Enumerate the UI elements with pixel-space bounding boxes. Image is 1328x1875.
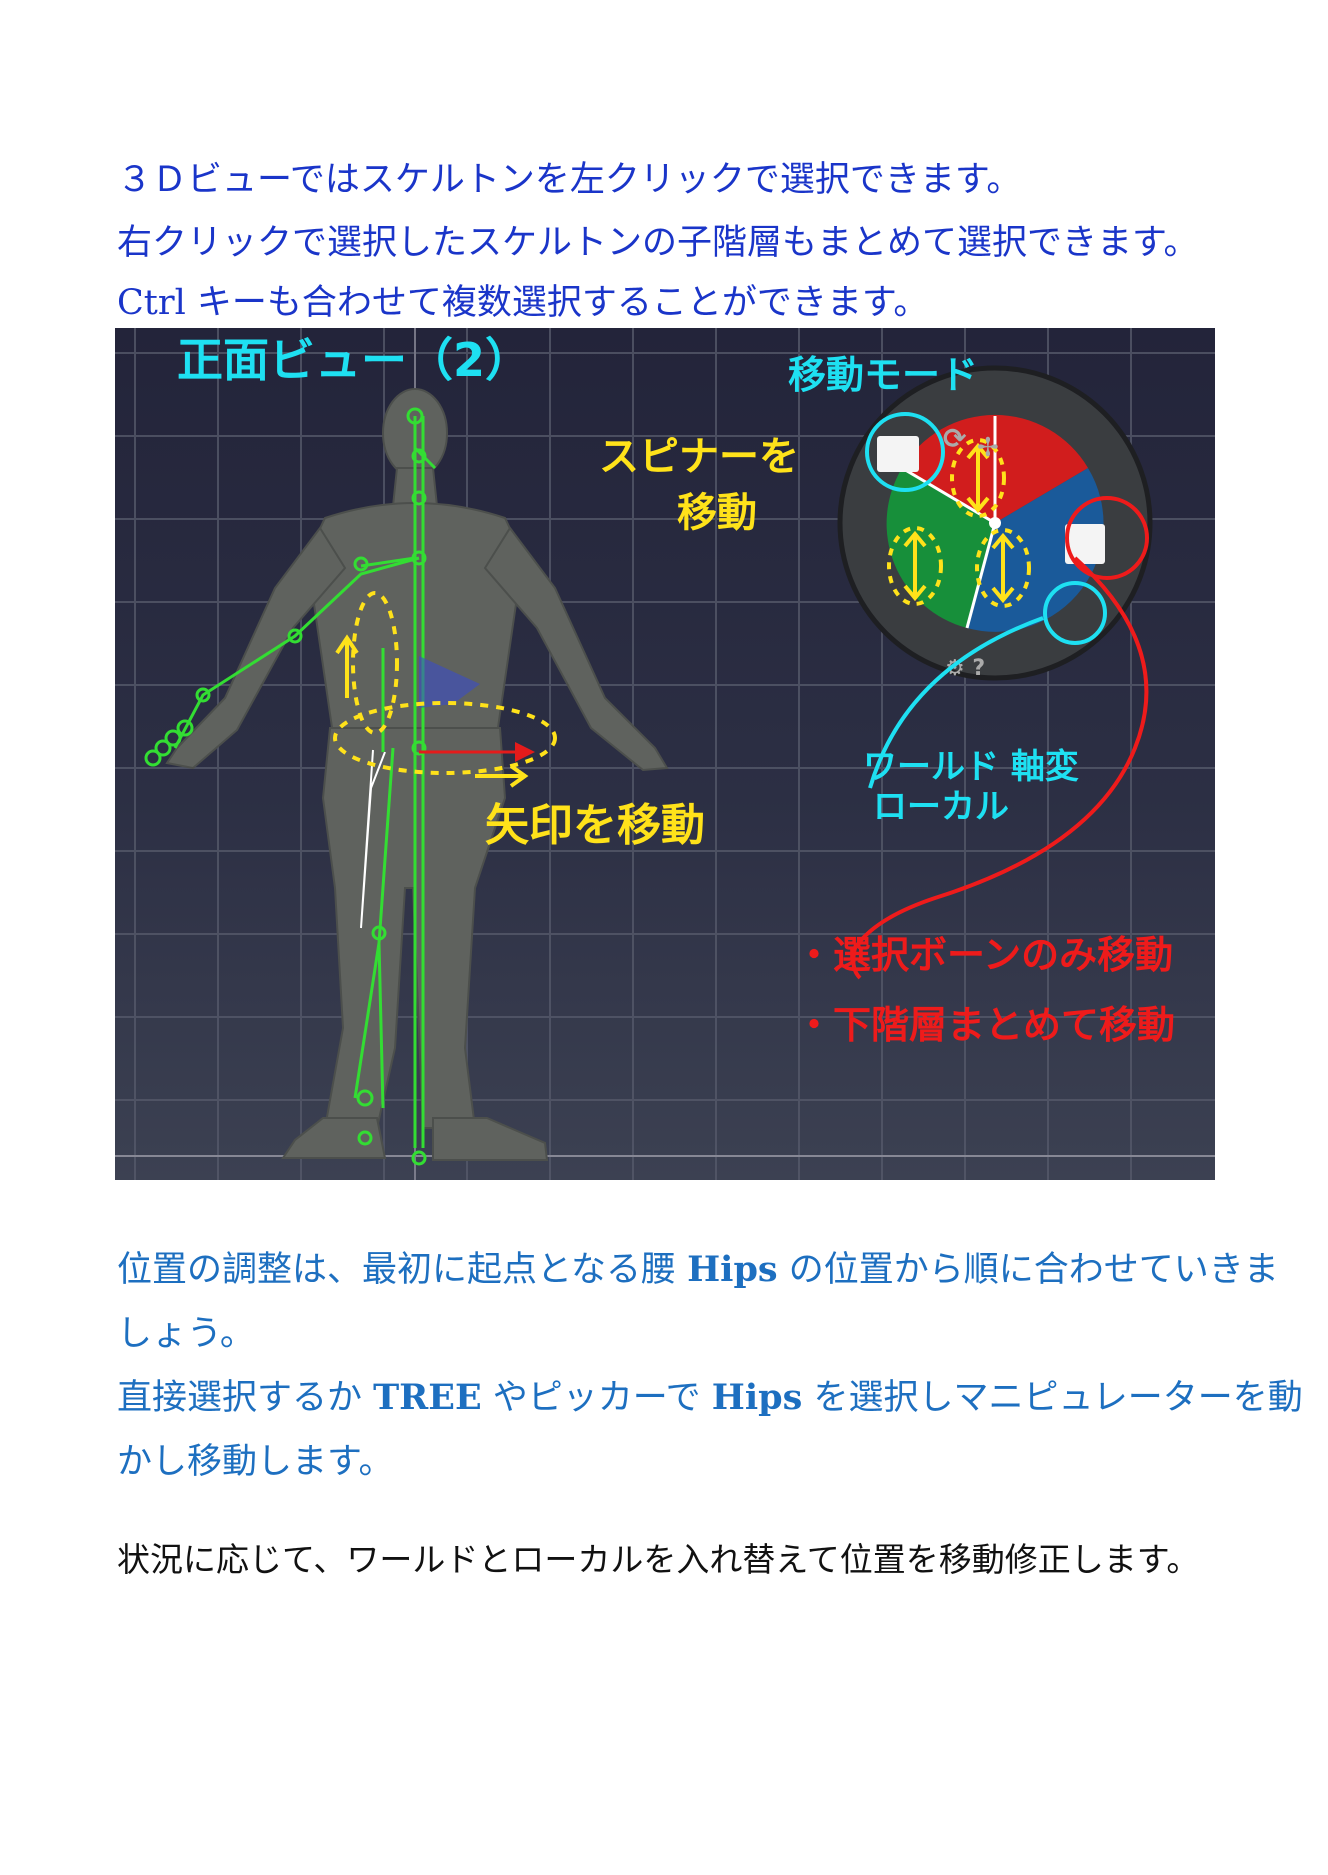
viewport-front-view[interactable]: ⟳ ✢ ⚙ ? 正面ビュー（2） 移動モード スピナーを 移動 矢印を移動 ワー… <box>115 328 1215 1180</box>
para2-text-c: を選択しマニピュレーターを動 <box>802 1378 1303 1418</box>
intro-line-3-rest: キーも合わせて複数選択することができます。 <box>185 283 929 323</box>
intro-line-2: 右クリックで選択したスケルトンの子階層もまとめて選択できます。 <box>117 223 1199 263</box>
label-front-view: 正面ビュー（2） <box>177 333 531 387</box>
hips-term-2: Hips <box>711 1377 803 1418</box>
svg-text:✢: ✢ <box>977 433 999 463</box>
svg-text:⟳: ⟳ <box>943 422 967 455</box>
move-mode-dial: ⟳ ✢ ⚙ ? <box>837 365 1153 681</box>
intro-line-1: ３Ｄビューではスケルトンを左クリックで選択できます。 <box>117 160 1022 200</box>
tree-term: TREE <box>373 1377 482 1418</box>
intro-line-3: Ctrl キーも合わせて複数選択することができます。 <box>117 281 928 325</box>
para2-text-a: 直接選択するか <box>117 1378 374 1418</box>
para1-text-a: 位置の調整は、最初に起点となる腰 <box>117 1250 688 1290</box>
para2-line-2: かし移動します。 <box>117 1442 394 1482</box>
label-selected-bone-only: ・選択ボーンのみ移動 <box>795 933 1173 977</box>
hips-term: Hips <box>687 1249 778 1290</box>
ctrl-key-label: Ctrl <box>117 283 186 323</box>
label-local: ローカル <box>873 787 1009 827</box>
para1-line-2: しょう。 <box>117 1314 255 1354</box>
para2-text-b: やピッカーで <box>481 1378 712 1418</box>
move-tool-button <box>877 436 919 472</box>
label-arrow: 矢印を移動 <box>485 800 705 851</box>
label-hierarchy-move: ・下階層まとめて移動 <box>795 1003 1175 1047</box>
para1-text-b: の位置から順に合わせていきま <box>777 1250 1279 1290</box>
label-spinner-1: スピナーを <box>599 434 799 480</box>
para1-line-1: 位置の調整は、最初に起点となる腰 Hips の位置から順に合わせていきま <box>117 1248 1279 1292</box>
label-move-mode: 移動モード <box>788 353 978 397</box>
viewport-drawing: ⟳ ✢ ⚙ ? 正面ビュー（2） 移動モード スピナーを 移動 矢印を移動 ワー… <box>115 328 1215 1180</box>
label-world: ワールド 軸変 <box>863 747 1079 787</box>
para3-line-1: 状況に応じて、ワールドとローカルを入れ替えて位置を移動修正します。 <box>117 1540 1200 1579</box>
label-spinner-2: 移動 <box>677 490 757 536</box>
para2-line-1: 直接選択するか TREE やピッカーで Hips を選択しマニピュレーターを動 <box>117 1376 1303 1420</box>
